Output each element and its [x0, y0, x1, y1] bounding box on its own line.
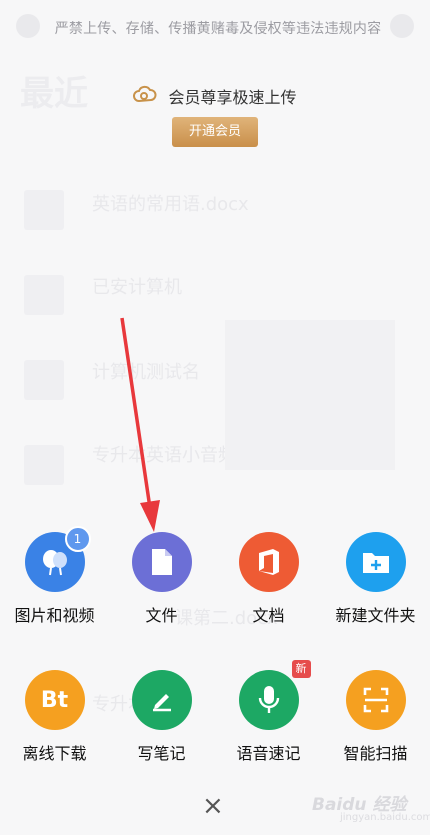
voice-memo-action[interactable]: 新 语音速记: [215, 660, 322, 764]
office-icon: [258, 549, 279, 575]
voice-memo-label: 语音速记: [236, 744, 301, 763]
list-item[interactable]: 英语的常用语.docx: [92, 190, 249, 216]
smart-scan-label: 智能扫描: [343, 744, 408, 763]
preview-panel: [225, 320, 395, 470]
smart-scan-action[interactable]: 智能扫描: [322, 670, 429, 764]
list-item[interactable]: 已安计算机: [92, 273, 182, 299]
microphone-icon: [258, 686, 279, 713]
offline-download-action[interactable]: Bt 离线下载: [1, 670, 108, 764]
document-button[interactable]: [238, 532, 299, 592]
list-item[interactable]: 专升本英语小音频: [92, 441, 236, 467]
voice-memo-button[interactable]: 新: [238, 660, 311, 730]
file-thumbnail: [24, 275, 64, 315]
write-note-label: 写笔记: [137, 744, 186, 763]
new-badge: 新: [291, 660, 311, 678]
document-label: 文档: [252, 606, 285, 625]
bt-icon: Bt: [40, 687, 69, 713]
balloon-icon: [42, 550, 67, 576]
new-folder-button[interactable]: [345, 532, 406, 592]
new-folder-label: 新建文件夹: [335, 606, 416, 625]
offline-download-button[interactable]: Bt: [24, 670, 85, 730]
file-thumbnail: [24, 360, 64, 400]
file-thumbnail: [24, 190, 64, 230]
write-note-button[interactable]: [131, 670, 192, 730]
file-label: 文件: [145, 606, 178, 625]
new-folder-icon: [362, 553, 389, 573]
file-icon: [151, 549, 172, 575]
list-item[interactable]: 计算机测试名: [92, 358, 200, 384]
top-notice: 严禁上传、存储、传播黄赌毒及侵权等违法违规内容: [54, 21, 382, 37]
vip-banner: 会员尊享极速上传: [0, 84, 430, 108]
pencil-icon: [152, 694, 171, 712]
photos-videos-button[interactable]: 1: [24, 526, 91, 592]
close-icon[interactable]: ×: [202, 793, 224, 819]
smart-scan-button[interactable]: [345, 670, 406, 730]
document-action[interactable]: 文档: [215, 532, 322, 626]
write-note-action[interactable]: 写笔记: [108, 670, 215, 764]
file-action[interactable]: 文件: [108, 532, 215, 626]
open-vip-button[interactable]: 开通会员: [172, 117, 258, 147]
photo-count-badge: 1: [64, 526, 91, 552]
vip-text: 会员尊享极速上传: [168, 88, 297, 107]
cloud-icon: [133, 85, 157, 107]
new-folder-action[interactable]: 新建文件夹: [322, 532, 429, 626]
photos-videos-label: 图片和视频: [14, 606, 95, 625]
watermark-url: jingyan.baidu.com: [340, 812, 430, 823]
photos-videos-action[interactable]: 1 图片和视频: [1, 526, 108, 626]
transfer-icon: [390, 14, 414, 38]
top-bar: 严禁上传、存储、传播黄赌毒及侵权等违法违规内容: [0, 0, 430, 52]
upload-action-grid: 1 图片和视频 文件 文档 新建文件夹 Bt 离线下载 写笔记 新 语音速记 智…: [0, 526, 430, 778]
file-thumbnail: [24, 445, 64, 485]
scan-icon: [363, 687, 388, 713]
avatar: [16, 14, 40, 38]
offline-download-label: 离线下载: [22, 744, 87, 763]
file-button[interactable]: [131, 532, 192, 592]
